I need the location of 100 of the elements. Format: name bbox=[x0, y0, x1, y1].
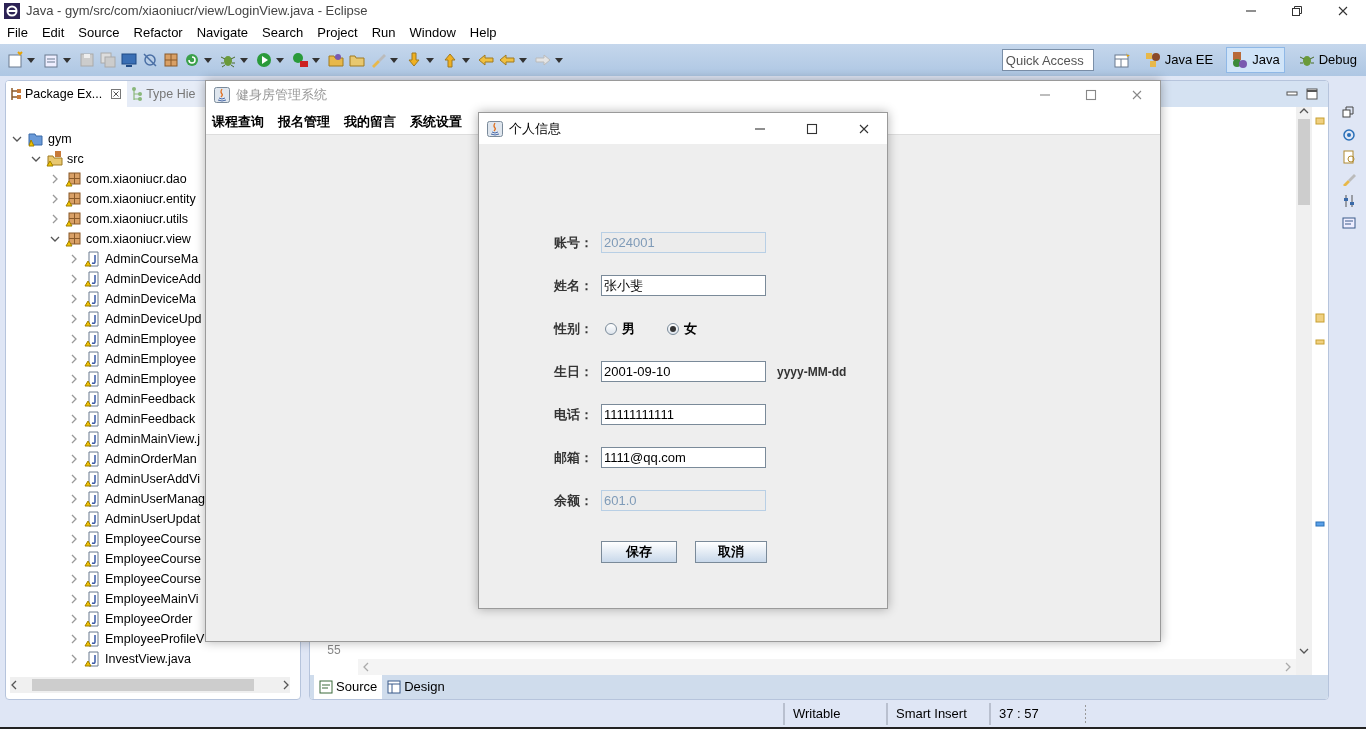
grid-icon[interactable] bbox=[162, 51, 180, 69]
editor-tab[interactable]: Design bbox=[382, 675, 450, 699]
chevron-right-icon[interactable] bbox=[50, 214, 60, 224]
menu-item[interactable]: Source bbox=[71, 23, 127, 43]
tree-item[interactable]: EmployeeProfileV bbox=[105, 629, 205, 649]
chevron-right-icon[interactable] bbox=[69, 434, 79, 444]
restore-icon[interactable] bbox=[1342, 106, 1356, 120]
tree-item[interactable]: EmployeeCourse bbox=[105, 549, 201, 569]
chevron-right-icon[interactable] bbox=[69, 514, 79, 524]
chevron-down-icon[interactable] bbox=[31, 154, 41, 164]
chevron-right-icon[interactable] bbox=[69, 594, 79, 604]
menu-item[interactable]: Edit bbox=[34, 23, 72, 43]
tree-item[interactable]: AdminUserAddVi bbox=[105, 469, 200, 489]
close-icon[interactable] bbox=[111, 89, 122, 99]
close-icon[interactable] bbox=[1336, 4, 1350, 18]
tree-item[interactable]: AdminFeedback bbox=[105, 389, 196, 409]
caret-icon[interactable] bbox=[63, 56, 71, 64]
caret-icon[interactable] bbox=[27, 56, 35, 64]
tree-item[interactable]: AdminFeedback bbox=[105, 409, 196, 429]
caret-icon[interactable] bbox=[426, 56, 434, 64]
chevron-right-icon[interactable] bbox=[69, 614, 79, 624]
input-field[interactable]: 1111@qq.com bbox=[601, 447, 766, 468]
tree-item[interactable]: EmployeeOrder bbox=[105, 609, 193, 629]
tree-item[interactable]: AdminOrderMan bbox=[105, 449, 197, 469]
input-field[interactable]: 张小斐 bbox=[601, 275, 766, 296]
tree-item[interactable]: EmployeeCourse bbox=[105, 529, 201, 549]
caret-icon[interactable] bbox=[555, 56, 563, 64]
tree-item[interactable]: EmployeeCourse bbox=[105, 569, 201, 589]
tree-item[interactable]: com.xiaoniucr.view bbox=[86, 229, 191, 249]
warning-marker-icon[interactable] bbox=[1315, 313, 1325, 323]
input-field[interactable]: 2001-09-10 bbox=[601, 361, 766, 382]
chevron-right-icon[interactable] bbox=[69, 374, 79, 384]
tree-item[interactable]: InvestView.java bbox=[105, 649, 191, 669]
chevron-right-icon[interactable] bbox=[69, 654, 79, 664]
chevron-down-icon[interactable] bbox=[12, 134, 22, 144]
chevron-right-icon[interactable] bbox=[69, 494, 79, 504]
chevron-right-icon[interactable] bbox=[69, 414, 79, 424]
tree-item[interactable]: AdminDeviceAdd bbox=[105, 269, 201, 289]
monitor-icon[interactable] bbox=[120, 51, 138, 69]
chevron-right-icon[interactable] bbox=[69, 314, 79, 324]
tree-item[interactable]: src bbox=[67, 149, 84, 169]
scroll-down-icon[interactable] bbox=[1299, 647, 1309, 655]
tree-item[interactable]: AdminMainView.j bbox=[105, 429, 200, 449]
scroll-up-icon[interactable] bbox=[1299, 107, 1309, 115]
menu-item[interactable]: File bbox=[0, 23, 35, 43]
bookmark-marker-icon[interactable] bbox=[1315, 521, 1325, 527]
tree-item[interactable]: gym bbox=[48, 129, 72, 149]
caret-icon[interactable] bbox=[204, 56, 212, 64]
open-perspective-icon[interactable] bbox=[1112, 51, 1131, 69]
editor-tab[interactable]: Source bbox=[314, 675, 383, 699]
perspective-button[interactable]: Java EE bbox=[1138, 47, 1219, 73]
menu-item[interactable]: Window bbox=[402, 23, 463, 43]
menu-item[interactable]: 课程查询 bbox=[212, 111, 264, 132]
caret-icon[interactable] bbox=[519, 56, 527, 64]
perspective-button[interactable]: Debug bbox=[1292, 47, 1362, 73]
maximize-icon[interactable] bbox=[805, 121, 819, 136]
tree-item[interactable]: AdminDeviceMa bbox=[105, 289, 196, 309]
warning-marker-icon[interactable] bbox=[1315, 117, 1325, 125]
menu-item[interactable]: 报名管理 bbox=[278, 111, 330, 132]
menu-item[interactable]: 系统设置 bbox=[410, 111, 462, 132]
save-button[interactable]: 保存 bbox=[601, 541, 677, 563]
tree-item[interactable]: com.xiaoniucr.utils bbox=[86, 209, 189, 229]
sliders-icon[interactable] bbox=[1342, 194, 1356, 208]
caret-icon[interactable] bbox=[276, 56, 284, 64]
view-tab[interactable]: Type Hie bbox=[127, 81, 198, 107]
radio-button[interactable] bbox=[605, 322, 617, 335]
maximize-icon[interactable] bbox=[1290, 4, 1304, 18]
menu-item[interactable]: 我的留言 bbox=[344, 111, 396, 132]
chevron-right-icon[interactable] bbox=[69, 294, 79, 304]
chevron-down-icon[interactable] bbox=[50, 234, 60, 244]
chevron-right-icon[interactable] bbox=[69, 534, 79, 544]
scroll-right-icon[interactable] bbox=[282, 680, 290, 690]
menu-item[interactable]: Navigate bbox=[189, 23, 255, 43]
menu-item[interactable]: Project bbox=[310, 23, 365, 43]
cancel-button[interactable]: 取消 bbox=[695, 541, 767, 563]
console-icon[interactable] bbox=[1342, 216, 1356, 230]
search-field[interactable]: Quick Access bbox=[1001, 49, 1094, 71]
chevron-right-icon[interactable] bbox=[69, 574, 79, 584]
input-field[interactable]: 11111111111 bbox=[601, 404, 766, 425]
chevron-right-icon[interactable] bbox=[69, 634, 79, 644]
radio-button[interactable] bbox=[667, 322, 679, 335]
caret-icon[interactable] bbox=[240, 56, 248, 64]
scrollbar-thumb[interactable] bbox=[1298, 119, 1310, 205]
menu-item[interactable]: Run bbox=[364, 23, 403, 43]
tree-item[interactable]: AdminUserManag bbox=[105, 489, 206, 509]
perspective-button[interactable]: Java bbox=[1226, 47, 1285, 73]
tree-item[interactable]: AdminEmployee bbox=[105, 329, 196, 349]
chevron-right-icon[interactable] bbox=[69, 454, 79, 464]
chevron-right-icon[interactable] bbox=[69, 554, 79, 564]
save-icon[interactable] bbox=[78, 51, 96, 69]
view-tab[interactable]: Package Ex... bbox=[6, 81, 128, 107]
chevron-right-icon[interactable] bbox=[69, 334, 79, 344]
tree-item[interactable]: EmployeeMainVi bbox=[105, 589, 199, 609]
menu-item[interactable]: Refactor bbox=[126, 23, 190, 43]
maximize-icon[interactable] bbox=[1306, 88, 1318, 100]
chevron-right-icon[interactable] bbox=[50, 174, 60, 184]
folder-icon[interactable] bbox=[327, 51, 345, 69]
menu-item[interactable]: Search bbox=[255, 23, 311, 43]
tree-item[interactable]: com.xiaoniucr.entity bbox=[86, 189, 196, 209]
caret-icon[interactable] bbox=[312, 56, 320, 64]
